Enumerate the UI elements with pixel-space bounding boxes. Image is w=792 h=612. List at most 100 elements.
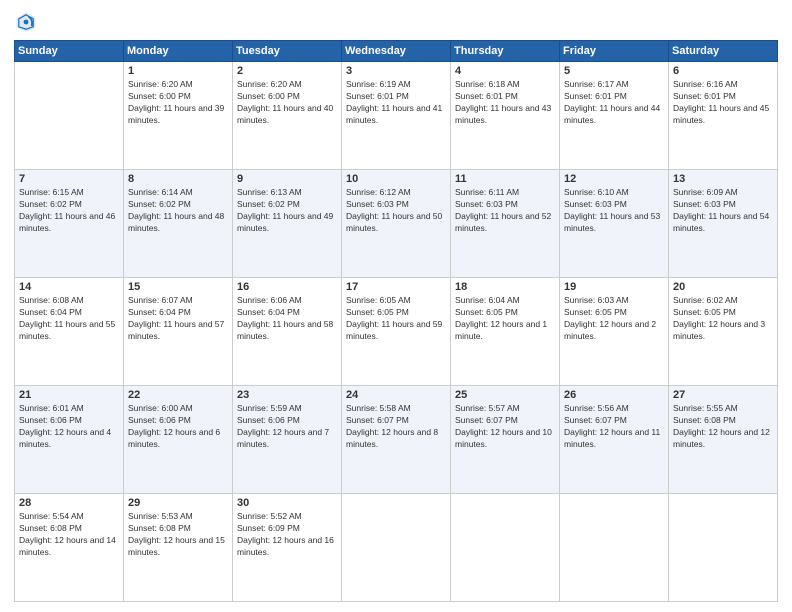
logo-icon (14, 10, 38, 34)
week-row-1: 1 Sunrise: 6:20 AMSunset: 6:00 PMDaylight… (15, 62, 778, 170)
calendar-cell: 30 Sunrise: 5:52 AMSunset: 6:09 PMDayligh… (233, 494, 342, 602)
day-info: Sunrise: 5:54 AMSunset: 6:08 PMDaylight:… (19, 511, 119, 559)
page: SundayMondayTuesdayWednesdayThursdayFrid… (0, 0, 792, 612)
weekday-header-saturday: Saturday (669, 41, 778, 62)
day-info: Sunrise: 5:53 AMSunset: 6:08 PMDaylight:… (128, 511, 228, 559)
day-number: 3 (346, 65, 446, 77)
day-number: 20 (673, 281, 773, 293)
day-number: 24 (346, 389, 446, 401)
day-number: 6 (673, 65, 773, 77)
calendar-cell: 27Sunrise: 5:55 AMSunset: 6:08 PMDayligh… (669, 386, 778, 494)
day-number: 21 (19, 389, 119, 401)
day-info: Sunrise: 5:59 AMSunset: 6:06 PMDaylight:… (237, 403, 337, 451)
day-number: 5 (564, 65, 664, 77)
day-number: 14 (19, 281, 119, 293)
calendar-cell: 16 Sunrise: 6:06 AMSunset: 6:04 PMDayligh… (233, 278, 342, 386)
day-number: 26 (564, 389, 664, 401)
calendar-cell: 21 Sunrise: 6:01 AMSunset: 6:06 PMDayligh… (15, 386, 124, 494)
calendar-cell: 8 Sunrise: 6:14 AMSunset: 6:02 PMDaylight… (124, 170, 233, 278)
calendar-cell: 24 Sunrise: 5:58 AMSunset: 6:07 PMDayligh… (342, 386, 451, 494)
day-info: Sunrise: 6:14 AMSunset: 6:02 PMDaylight:… (128, 187, 228, 235)
day-info: Sunrise: 6:12 AMSunset: 6:03 PMDaylight:… (346, 187, 446, 235)
calendar-cell: 2 Sunrise: 6:20 AMSunset: 6:00 PMDaylight… (233, 62, 342, 170)
day-number: 25 (455, 389, 555, 401)
calendar-cell: 17 Sunrise: 6:05 AMSunset: 6:05 PMDayligh… (342, 278, 451, 386)
day-number: 15 (128, 281, 228, 293)
calendar-cell (15, 62, 124, 170)
calendar-cell: 14 Sunrise: 6:08 AMSunset: 6:04 PMDayligh… (15, 278, 124, 386)
week-row-3: 14 Sunrise: 6:08 AMSunset: 6:04 PMDayligh… (15, 278, 778, 386)
calendar-cell: 7 Sunrise: 6:15 AMSunset: 6:02 PMDaylight… (15, 170, 124, 278)
calendar-cell (342, 494, 451, 602)
week-row-4: 21 Sunrise: 6:01 AMSunset: 6:06 PMDayligh… (15, 386, 778, 494)
day-number: 22 (128, 389, 228, 401)
day-info: Sunrise: 5:52 AMSunset: 6:09 PMDaylight:… (237, 511, 337, 559)
calendar-cell: 4 Sunrise: 6:18 AMSunset: 6:01 PMDaylight… (451, 62, 560, 170)
day-number: 8 (128, 173, 228, 185)
weekday-header-monday: Monday (124, 41, 233, 62)
calendar-table: SundayMondayTuesdayWednesdayThursdayFrid… (14, 40, 778, 602)
day-number: 9 (237, 173, 337, 185)
weekday-header-sunday: Sunday (15, 41, 124, 62)
day-number: 7 (19, 173, 119, 185)
day-number: 18 (455, 281, 555, 293)
day-info: Sunrise: 6:05 AMSunset: 6:05 PMDaylight:… (346, 295, 446, 343)
day-number: 4 (455, 65, 555, 77)
calendar-cell: 18Sunrise: 6:04 AMSunset: 6:05 PMDayligh… (451, 278, 560, 386)
calendar-cell (451, 494, 560, 602)
day-info: Sunrise: 5:57 AMSunset: 6:07 PMDaylight:… (455, 403, 555, 451)
calendar-cell: 6Sunrise: 6:16 AMSunset: 6:01 PMDaylight… (669, 62, 778, 170)
calendar-cell (560, 494, 669, 602)
day-number: 23 (237, 389, 337, 401)
day-info: Sunrise: 6:11 AMSunset: 6:03 PMDaylight:… (455, 187, 555, 235)
calendar-cell: 5Sunrise: 6:17 AMSunset: 6:01 PMDaylight… (560, 62, 669, 170)
day-info: Sunrise: 6:20 AMSunset: 6:00 PMDaylight:… (128, 79, 228, 127)
calendar-cell: 28 Sunrise: 5:54 AMSunset: 6:08 PMDayligh… (15, 494, 124, 602)
weekday-header-tuesday: Tuesday (233, 41, 342, 62)
calendar-cell (669, 494, 778, 602)
calendar-cell: 12Sunrise: 6:10 AMSunset: 6:03 PMDayligh… (560, 170, 669, 278)
day-info: Sunrise: 6:02 AMSunset: 6:05 PMDaylight:… (673, 295, 773, 343)
day-info: Sunrise: 6:06 AMSunset: 6:04 PMDaylight:… (237, 295, 337, 343)
calendar-cell: 29Sunrise: 5:53 AMSunset: 6:08 PMDayligh… (124, 494, 233, 602)
day-info: Sunrise: 6:13 AMSunset: 6:02 PMDaylight:… (237, 187, 337, 235)
calendar-cell: 1 Sunrise: 6:20 AMSunset: 6:00 PMDaylight… (124, 62, 233, 170)
day-number: 1 (128, 65, 228, 77)
day-number: 11 (455, 173, 555, 185)
day-info: Sunrise: 6:08 AMSunset: 6:04 PMDaylight:… (19, 295, 119, 343)
day-number: 16 (237, 281, 337, 293)
day-number: 30 (237, 497, 337, 509)
day-info: Sunrise: 6:00 AMSunset: 6:06 PMDaylight:… (128, 403, 228, 451)
day-info: Sunrise: 6:03 AMSunset: 6:05 PMDaylight:… (564, 295, 664, 343)
day-number: 10 (346, 173, 446, 185)
day-info: Sunrise: 6:18 AMSunset: 6:01 PMDaylight:… (455, 79, 555, 127)
day-number: 28 (19, 497, 119, 509)
day-number: 17 (346, 281, 446, 293)
calendar-cell: 20 Sunrise: 6:02 AMSunset: 6:05 PMDayligh… (669, 278, 778, 386)
calendar-cell: 23 Sunrise: 5:59 AMSunset: 6:06 PMDayligh… (233, 386, 342, 494)
calendar-cell: 13 Sunrise: 6:09 AMSunset: 6:03 PMDayligh… (669, 170, 778, 278)
day-info: Sunrise: 6:01 AMSunset: 6:06 PMDaylight:… (19, 403, 119, 451)
day-info: Sunrise: 5:55 AMSunset: 6:08 PMDaylight:… (673, 403, 773, 451)
calendar-cell: 19 Sunrise: 6:03 AMSunset: 6:05 PMDayligh… (560, 278, 669, 386)
header (14, 10, 778, 34)
day-number: 13 (673, 173, 773, 185)
day-info: Sunrise: 5:58 AMSunset: 6:07 PMDaylight:… (346, 403, 446, 451)
day-info: Sunrise: 5:56 AMSunset: 6:07 PMDaylight:… (564, 403, 664, 451)
day-info: Sunrise: 6:07 AMSunset: 6:04 PMDaylight:… (128, 295, 228, 343)
calendar-cell: 25 Sunrise: 5:57 AMSunset: 6:07 PMDayligh… (451, 386, 560, 494)
calendar-cell: 26 Sunrise: 5:56 AMSunset: 6:07 PMDayligh… (560, 386, 669, 494)
day-number: 19 (564, 281, 664, 293)
day-info: Sunrise: 6:09 AMSunset: 6:03 PMDaylight:… (673, 187, 773, 235)
day-info: Sunrise: 6:15 AMSunset: 6:02 PMDaylight:… (19, 187, 119, 235)
day-info: Sunrise: 6:19 AMSunset: 6:01 PMDaylight:… (346, 79, 446, 127)
day-info: Sunrise: 6:20 AMSunset: 6:00 PMDaylight:… (237, 79, 337, 127)
weekday-header-thursday: Thursday (451, 41, 560, 62)
day-number: 2 (237, 65, 337, 77)
weekday-header-row: SundayMondayTuesdayWednesdayThursdayFrid… (15, 41, 778, 62)
calendar-cell: 3 Sunrise: 6:19 AMSunset: 6:01 PMDaylight… (342, 62, 451, 170)
week-row-2: 7 Sunrise: 6:15 AMSunset: 6:02 PMDaylight… (15, 170, 778, 278)
weekday-header-wednesday: Wednesday (342, 41, 451, 62)
calendar-cell: 11 Sunrise: 6:11 AMSunset: 6:03 PMDayligh… (451, 170, 560, 278)
calendar-cell: 10 Sunrise: 6:12 AMSunset: 6:03 PMDayligh… (342, 170, 451, 278)
